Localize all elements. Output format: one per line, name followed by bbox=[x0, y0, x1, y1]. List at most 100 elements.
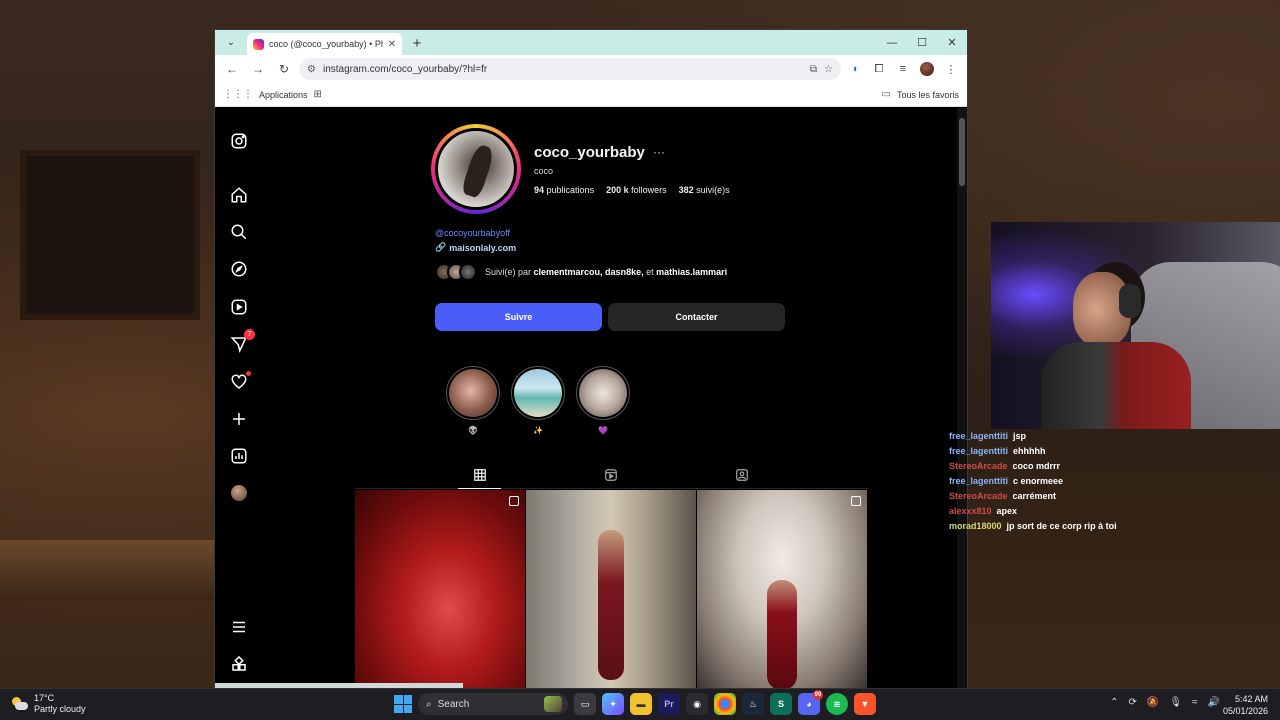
task-view-icon[interactable]: ▭ bbox=[574, 693, 596, 715]
taskbar-apps: ⌕ Search ▭ ✦ ▬ Pr ◉ ♨ S ◕ 99 ≋ ▼ bbox=[394, 690, 876, 715]
profile-avatar[interactable] bbox=[229, 483, 249, 503]
profile-picture bbox=[435, 128, 517, 210]
chat-message: morad18000 jp sort de ce corp rip à toi bbox=[949, 521, 1117, 531]
apps-grid-icon: ⋮⋮⋮ bbox=[223, 89, 253, 100]
weather-widget[interactable]: 17°C Partly cloudy bbox=[10, 693, 86, 715]
messages-icon[interactable]: 7 bbox=[229, 329, 255, 354]
tab-groups-icon[interactable]: ⊞ bbox=[314, 89, 322, 100]
tray-overflow-icon[interactable]: ⌃ bbox=[1110, 697, 1118, 708]
notification-dot bbox=[246, 371, 251, 376]
tab-search-dropdown[interactable]: ⌄ bbox=[221, 32, 241, 52]
tray-notifications-off-icon[interactable]: 🔕 bbox=[1147, 697, 1159, 708]
reels-tab-icon[interactable] bbox=[603, 467, 619, 483]
file-explorer-icon[interactable]: ▬ bbox=[630, 693, 652, 715]
volume-icon[interactable]: 🔊 bbox=[1208, 697, 1220, 708]
extension-audio-icon[interactable]: ◖ bbox=[845, 58, 865, 80]
brave-icon[interactable]: ▼ bbox=[854, 693, 876, 715]
windows-start-icon[interactable] bbox=[394, 695, 412, 713]
steam-icon[interactable]: ♨ bbox=[742, 693, 764, 715]
follow-button[interactable]: Suivre bbox=[435, 303, 602, 331]
obs-icon[interactable]: ◉ bbox=[686, 693, 708, 715]
new-tab-button[interactable]: + bbox=[406, 32, 428, 54]
close-tab-icon[interactable]: ✕ bbox=[388, 39, 396, 50]
tab-bar: ⌄ coco (@coco_yourbaby) • Photos ✕ + — ☐… bbox=[215, 30, 967, 55]
back-button[interactable]: ← bbox=[221, 58, 243, 80]
link-icon: 🔗 bbox=[435, 242, 447, 252]
app-s-icon[interactable]: S bbox=[770, 693, 792, 715]
instagram-logo-icon[interactable] bbox=[229, 131, 249, 151]
wifi-icon[interactable]: ≈ bbox=[1192, 697, 1198, 708]
explore-compass-icon[interactable] bbox=[229, 259, 249, 279]
home-icon[interactable] bbox=[229, 185, 249, 205]
story-highlight-2[interactable]: ✨ bbox=[511, 366, 565, 435]
clock-date: 05/01/2026 bbox=[1222, 706, 1268, 716]
weather-condition: Partly cloudy bbox=[34, 704, 86, 714]
story-highlight-3[interactable]: 💜 bbox=[576, 366, 630, 435]
page-scrollbar[interactable] bbox=[957, 108, 967, 689]
profile-avatar-icon[interactable] bbox=[917, 58, 937, 80]
story-highlight-1[interactable]: 👽 bbox=[446, 366, 500, 435]
bookmark-star-icon[interactable]: ☆ bbox=[824, 64, 833, 75]
chat-message: free_lagenttiti jsp bbox=[949, 431, 1027, 441]
posts-stat: 94 publications bbox=[534, 185, 595, 195]
post-thumbnail[interactable] bbox=[355, 490, 525, 689]
taskbar-clock[interactable]: 5:42 AM 05/01/2026 bbox=[1223, 693, 1268, 717]
dashboard-icon[interactable] bbox=[229, 446, 249, 466]
maximize-button[interactable]: ☐ bbox=[907, 30, 937, 55]
post-thumbnail[interactable] bbox=[526, 490, 696, 689]
windows-taskbar: 17°C Partly cloudy ⌕ Search ▭ ✦ ▬ Pr ◉ ♨… bbox=[0, 688, 1280, 720]
bookmark-applications[interactable]: Applications bbox=[259, 90, 308, 100]
install-app-icon[interactable]: ⧉ bbox=[810, 64, 817, 75]
extensions-puzzle-icon[interactable]: ⧠ bbox=[869, 58, 889, 80]
highlight-label: ✨ bbox=[533, 426, 543, 435]
following-stat[interactable]: 382 suivi(e)s bbox=[679, 185, 730, 195]
discord-icon[interactable]: ◕ 99 bbox=[798, 690, 823, 715]
posts-grid-tab-icon[interactable] bbox=[472, 467, 488, 483]
profile-picture-story-ring[interactable] bbox=[431, 124, 521, 214]
contact-button[interactable]: Contacter bbox=[608, 303, 785, 331]
background-window bbox=[20, 150, 200, 320]
all-favorites-link[interactable]: Tous les favoris bbox=[897, 90, 959, 100]
browser-toolbar: ← → ↻ ⚙ instagram.com/coco_yourbaby/?hl=… bbox=[215, 55, 967, 83]
browser-tab[interactable]: coco (@coco_yourbaby) • Photos ✕ bbox=[247, 33, 402, 55]
followed-by-text: Suivi(e) par clementmarcou, dasn8ke, et … bbox=[485, 267, 728, 277]
more-options-icon[interactable]: ··· bbox=[653, 145, 665, 159]
highlight-label: 👽 bbox=[468, 426, 478, 435]
address-bar[interactable]: ⚙ instagram.com/coco_yourbaby/?hl=fr ⧉ ☆ bbox=[299, 58, 841, 80]
instagram-favicon-icon bbox=[253, 38, 264, 50]
minimize-button[interactable]: — bbox=[877, 30, 907, 55]
create-plus-icon[interactable] bbox=[229, 409, 249, 429]
close-window-button[interactable]: ✕ bbox=[937, 30, 967, 55]
reload-button[interactable]: ↻ bbox=[273, 58, 295, 80]
system-tray: ⌃ ⟳ 🔕 🎙 ≈ 🔊 bbox=[1110, 697, 1220, 708]
followers-stat[interactable]: 200 k followers bbox=[606, 185, 667, 195]
bio-website-link[interactable]: 🔗 maisonlaly.com bbox=[435, 242, 516, 253]
site-info-icon[interactable]: ⚙ bbox=[307, 64, 316, 75]
spotify-icon[interactable]: ≋ bbox=[826, 693, 848, 715]
url-text: instagram.com/coco_yourbaby/?hl=fr bbox=[322, 63, 488, 75]
chrome-icon[interactable] bbox=[714, 693, 736, 715]
copilot-icon[interactable]: ✦ bbox=[602, 693, 624, 715]
menu-hamburger-icon[interactable] bbox=[229, 617, 249, 637]
follower-avatars bbox=[435, 263, 477, 281]
tabs-divider bbox=[355, 488, 868, 489]
notifications-heart-icon[interactable] bbox=[229, 371, 251, 392]
background-shelf bbox=[0, 540, 214, 600]
reels-icon[interactable] bbox=[229, 297, 249, 317]
media-control-icon[interactable]: ≡ bbox=[893, 58, 913, 80]
followed-by-row[interactable]: Suivi(e) par clementmarcou, dasn8ke, et … bbox=[435, 263, 727, 281]
premiere-pro-icon[interactable]: Pr bbox=[658, 693, 680, 715]
tray-sync-icon[interactable]: ⟳ bbox=[1129, 697, 1137, 708]
forward-button[interactable]: → bbox=[247, 58, 269, 80]
profile-tabs bbox=[355, 464, 868, 488]
search-icon[interactable] bbox=[229, 222, 249, 242]
chat-message: alexxx810 apex bbox=[949, 506, 1018, 516]
microphone-icon[interactable]: 🎙 bbox=[1169, 697, 1182, 708]
post-thumbnail[interactable] bbox=[697, 490, 867, 689]
browser-menu-icon[interactable]: ⋮ bbox=[941, 58, 961, 80]
threads-apps-icon[interactable] bbox=[229, 654, 249, 674]
taskbar-search[interactable]: ⌕ Search bbox=[418, 693, 568, 715]
profile-username: coco_yourbaby bbox=[534, 144, 645, 161]
bio-handle-link[interactable]: @cocoyourbabyoff bbox=[435, 228, 510, 238]
tagged-tab-icon[interactable] bbox=[734, 467, 750, 483]
